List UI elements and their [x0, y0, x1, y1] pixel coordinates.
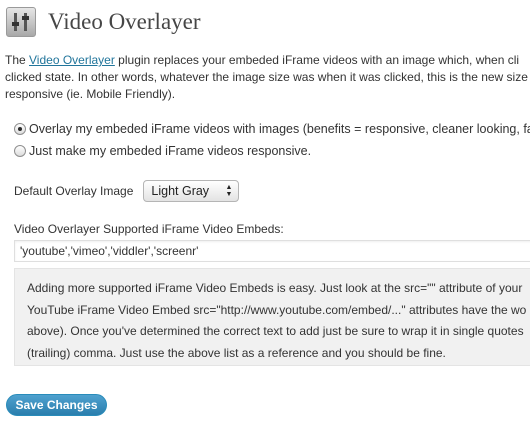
overlay-images-label: Overlay my embeded iFrame videos with im…	[29, 122, 530, 136]
help-line-1: Adding more supported iFrame Video Embed…	[27, 281, 523, 295]
save-changes-button[interactable]: Save Changes	[6, 394, 107, 416]
intro-prefix: The	[5, 53, 30, 67]
embeds-label: Video Overlayer Supported iFrame Video E…	[14, 222, 284, 236]
overlay-images-radio[interactable]	[14, 123, 26, 135]
settings-sliders-icon	[6, 7, 36, 37]
intro-line-3: responsive (ie. Mobile Friendly).	[5, 87, 176, 101]
settings-page: Video Overlayer The Video Overlayer plug…	[0, 0, 530, 421]
intro-line-2: clicked state. In other words, whatever …	[5, 70, 528, 84]
option-overlay-images[interactable]: Overlay my embeded iFrame videos with im…	[14, 122, 530, 136]
help-line-3: above). Once you've determined the corre…	[27, 324, 524, 338]
select-arrows-icon: ▲ ▼	[225, 184, 233, 198]
embeds-help-box: Adding more supported iFrame Video Embed…	[14, 268, 530, 366]
intro-paragraph: The Video Overlayer plugin replaces your…	[5, 52, 530, 103]
intro-line-1: The Video Overlayer plugin replaces your…	[5, 52, 530, 69]
responsive-only-radio[interactable]	[14, 145, 26, 157]
intro-line-1-rest: plugin replaces your embeded iFrame vide…	[114, 53, 520, 67]
page-title: Video Overlayer	[48, 9, 201, 34]
overlay-image-label: Default Overlay Image	[14, 184, 134, 198]
overlay-image-selected: Light Gray	[151, 184, 210, 198]
responsive-only-label: Just make my embeded iFrame videos respo…	[29, 144, 312, 158]
overlay-image-select[interactable]: Light Gray ▲ ▼	[143, 180, 240, 202]
help-line-4: (trailing) comma. Just use the above lis…	[27, 345, 446, 360]
overlay-image-row: Default Overlay Image Light Gray ▲ ▼	[14, 180, 240, 202]
help-line-2: YouTube iFrame Video Embed src="http://w…	[27, 302, 527, 317]
page-header: Video Overlayer	[6, 6, 201, 38]
option-responsive-only[interactable]: Just make my embeded iFrame videos respo…	[14, 144, 311, 158]
plugin-link[interactable]: Video Overlayer	[29, 53, 115, 67]
embeds-input[interactable]: 'youtube','vimeo','viddler','screenr'	[14, 240, 530, 262]
